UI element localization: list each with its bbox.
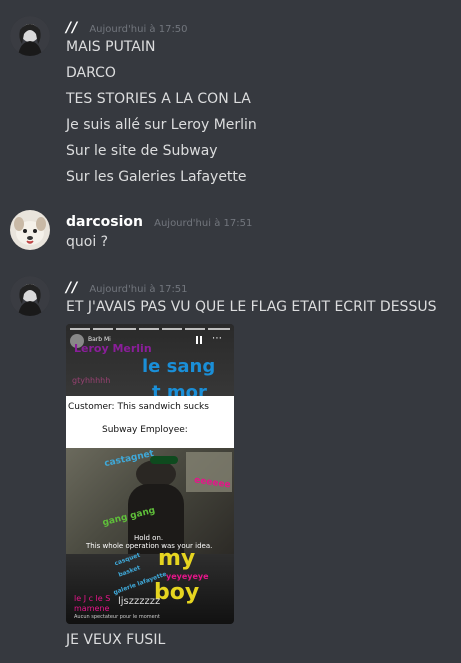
message-line: quoi ? [66, 234, 109, 250]
story-sticker-text: le J c le S [74, 594, 111, 603]
message-line: Je suis allé sur Leroy Merlin [66, 117, 257, 133]
story-sticker-text: boy [154, 580, 200, 605]
story-progress-segment [116, 328, 136, 330]
message-line: Sur le site de Subway [66, 143, 218, 159]
message-header: darcosion Aujourd'hui à 17:51 [66, 211, 252, 231]
meme-subtitle: Hold on. [134, 534, 164, 542]
message-header: // Aujourd'hui à 17:50 [66, 17, 188, 37]
story-progress-segment [208, 328, 230, 330]
meme-caption-text: Customer: This sandwich sucks [68, 402, 209, 412]
message-line: DARCO [66, 65, 116, 81]
story-viewer-count: Aucun spectateur pour le moment [74, 614, 160, 620]
message-line: TES STORIES A LA CON LA [66, 91, 251, 107]
story-sticker-text: gtyhhhhh [72, 376, 111, 385]
story-sticker-text: yeyeyeye [166, 572, 209, 581]
pause-icon[interactable] [196, 336, 198, 344]
story-progress-segment [93, 328, 113, 330]
pause-icon-bar [200, 336, 202, 344]
timestamp: Aujourd'hui à 17:51 [89, 284, 188, 295]
story-image-attachment[interactable]: Barb Mi ⋯ Leroy Merlin le sang t mor gty… [66, 324, 234, 624]
story-sticker-text: ljszzzzzz [118, 596, 161, 607]
timestamp: Aujourd'hui à 17:50 [89, 24, 188, 35]
story-progress-segment [139, 328, 159, 330]
user-avatar[interactable] [10, 210, 50, 250]
message-line: JE VEUX FUSIL [66, 632, 166, 648]
story-progress-segment [185, 328, 205, 330]
message-line: ET J'AVAIS PAS VU QUE LE FLAG ETAIT ECRI… [66, 299, 437, 315]
message-header: // Aujourd'hui à 17:51 [66, 277, 188, 297]
story-sticker-text: my [158, 546, 196, 571]
story-progress-segment [70, 328, 90, 330]
message-group-2: darcosion Aujourd'hui à 17:51 quoi ? [0, 200, 461, 260]
story-sticker-text: Leroy Merlin [74, 342, 152, 355]
more-icon[interactable]: ⋯ [212, 333, 222, 344]
message-line: Sur les Galeries Lafayette [66, 169, 247, 185]
story-progress-segment [162, 328, 182, 330]
username[interactable]: // [66, 20, 78, 36]
message-line: MAIS PUTAIN [66, 39, 156, 55]
user-avatar[interactable] [10, 16, 50, 56]
story-sticker-text: le sang [142, 356, 216, 377]
story-sticker-text: mamene [74, 604, 110, 613]
username[interactable]: darcosion [66, 214, 143, 230]
meme-caption-text: Subway Employee: [102, 425, 188, 435]
username[interactable]: // [66, 280, 78, 296]
user-avatar[interactable] [10, 276, 50, 316]
message-group-1: // Aujourd'hui à 17:50 MAIS PUTAIN DARCO… [0, 0, 461, 200]
timestamp: Aujourd'hui à 17:51 [154, 218, 253, 229]
